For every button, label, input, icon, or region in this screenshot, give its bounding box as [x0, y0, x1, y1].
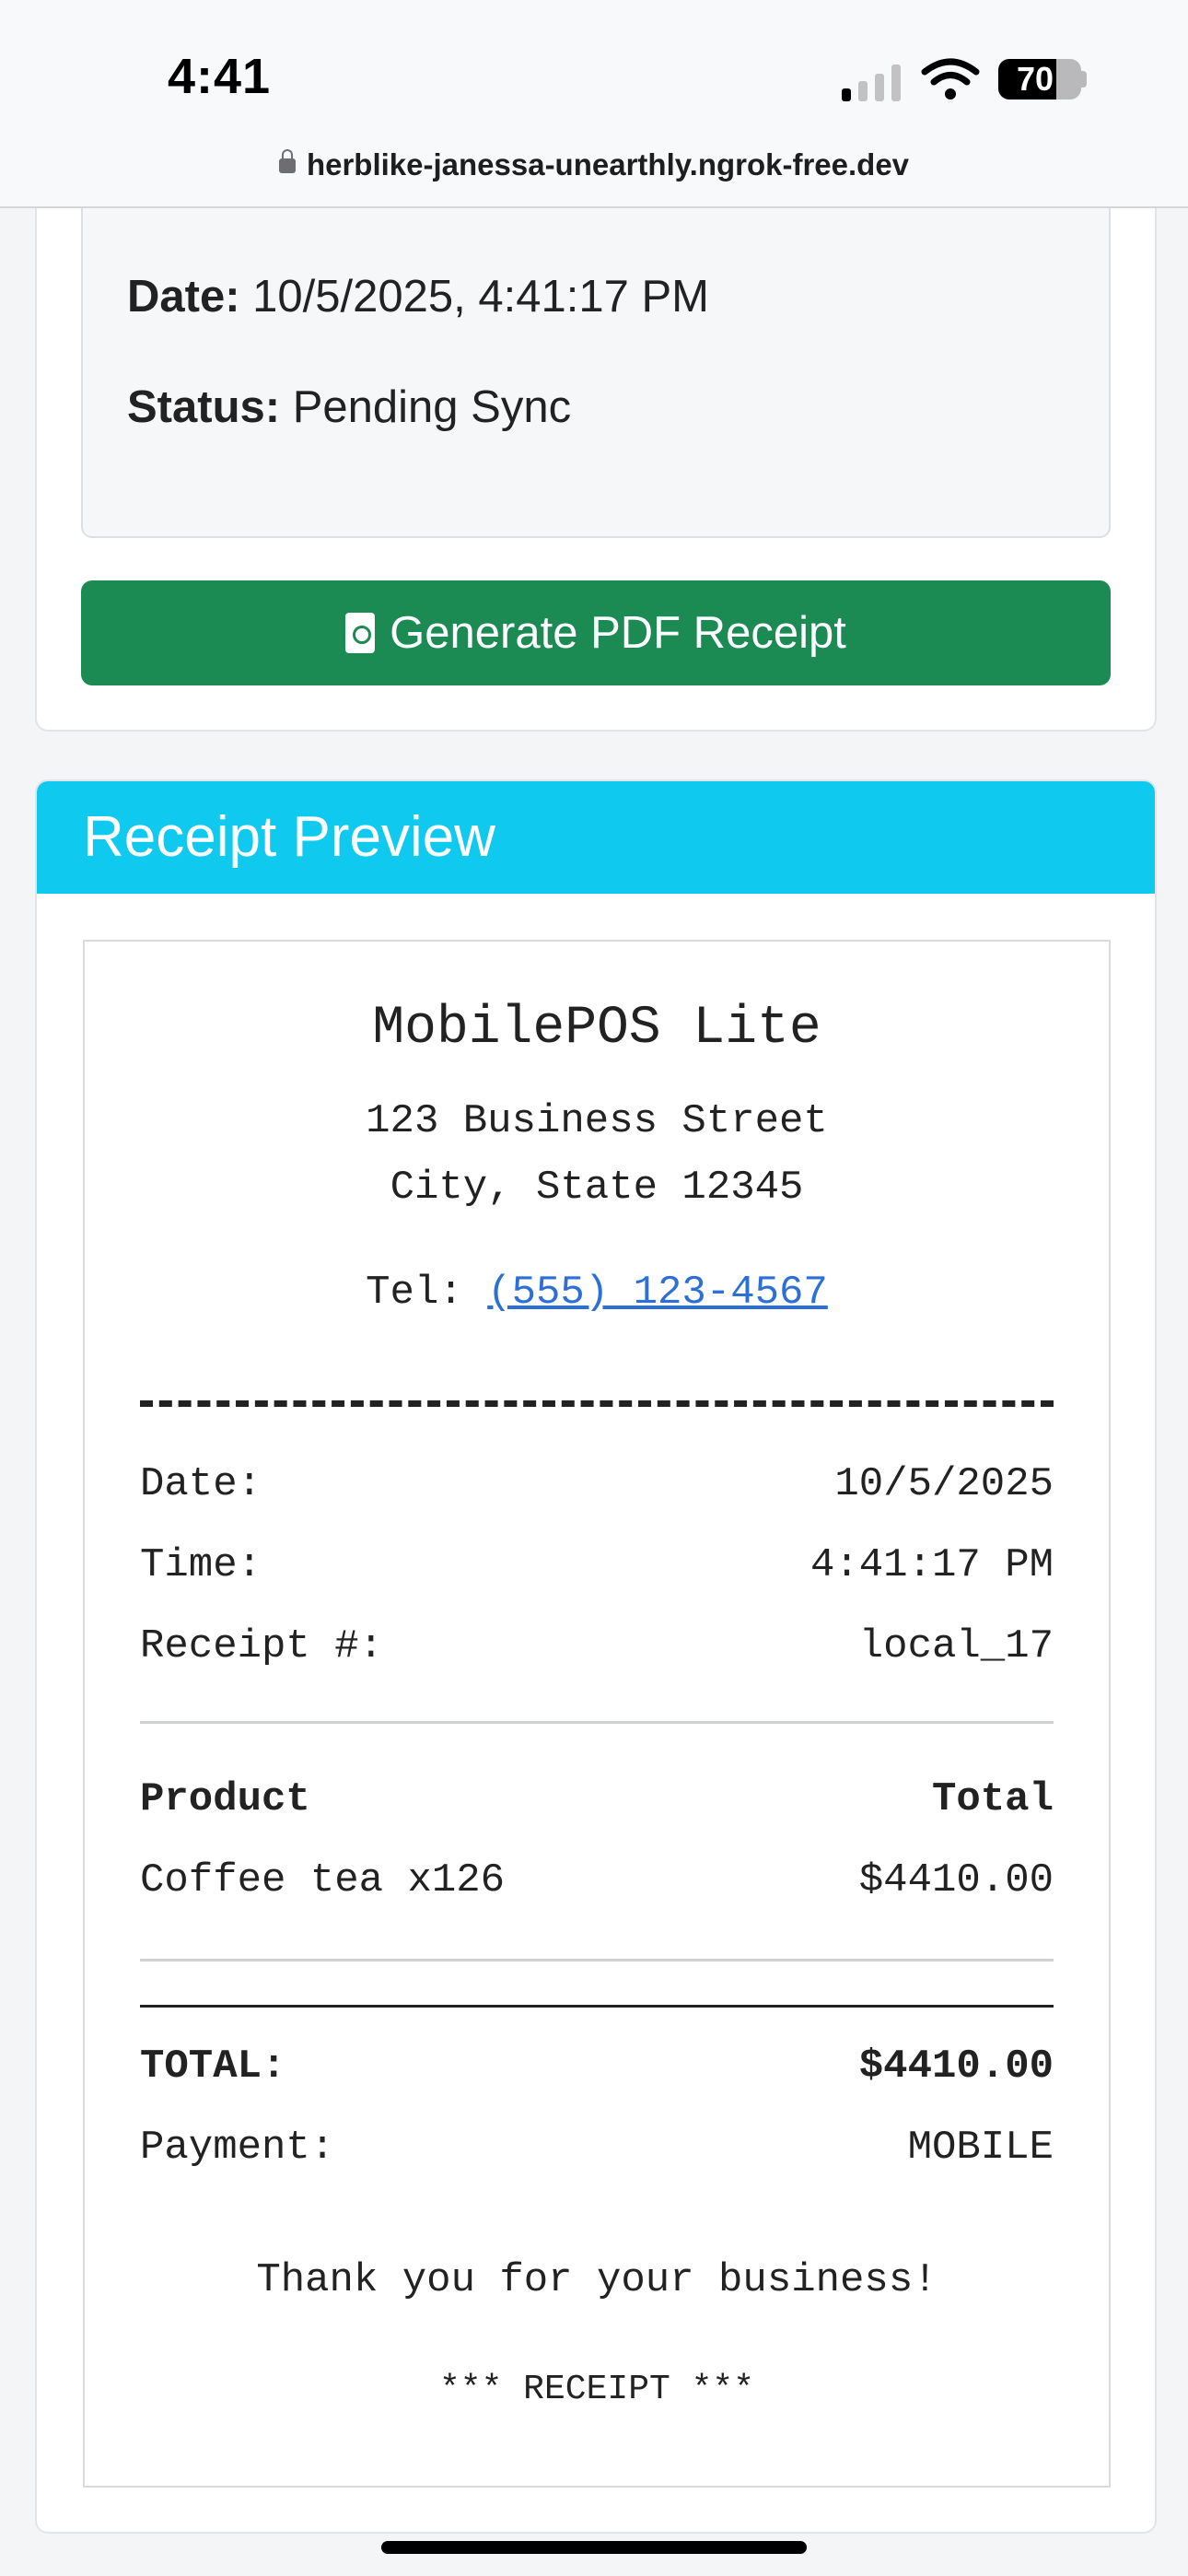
address-line-1: 123 Business Street [366, 1098, 828, 1144]
receipt-preview-header: Receipt Preview [37, 781, 1155, 894]
product-column-header: Product [140, 1776, 310, 1822]
payment-row: Payment: MOBILE [140, 2125, 1054, 2171]
address-bar[interactable]: herblike-janessa-unearthly.ngrok-free.de… [0, 147, 1188, 182]
grand-total-value: $4410.00 [858, 2043, 1054, 2090]
home-indicator[interactable] [381, 2541, 807, 2554]
status-line: Status: Pending Sync [127, 381, 571, 433]
receipt-preview-card: Receipt Preview MobilePOS Lite 123 Busin… [35, 779, 1157, 2534]
status-label: Status: [127, 382, 281, 432]
grand-total-row: TOTAL: $4410.00 [140, 2043, 1054, 2090]
wifi-icon [921, 58, 980, 100]
payment-value: MOBILE [907, 2125, 1054, 2171]
date-value: 10/5/2025, 4:41:17 PM [252, 272, 709, 322]
receipt-time-row: Time: 4:41:17 PM [140, 1542, 1054, 1588]
receipt-paper: MobilePOS Lite 123 Business Street City,… [83, 940, 1111, 2488]
receipt-date-label: Date: [140, 1461, 262, 1507]
receipt-number-label: Receipt #: [140, 1623, 384, 1669]
tel-label: Tel: [366, 1270, 463, 1316]
generate-pdf-label: Generate PDF Receipt [390, 608, 846, 658]
receipt-time-value: 4:41:17 PM [809, 1542, 1054, 1588]
payment-label: Payment: [140, 2125, 335, 2171]
receipt-date-row: Date: 10/5/2025 [140, 1461, 1054, 1507]
battery-percent: 70 [1016, 60, 1054, 98]
divider [140, 1959, 1054, 1961]
grand-total-label: TOTAL: [140, 2043, 286, 2090]
line-item-row: Coffee tea x126 $4410.00 [140, 1857, 1054, 1903]
address-line-2: City, State 12345 [390, 1165, 804, 1211]
total-column-header: Total [931, 1776, 1054, 1822]
line-item-total: $4410.00 [858, 1857, 1054, 1903]
telephone-line: Tel: (555) 123-4567 [85, 1270, 1109, 1316]
receipt-footer: *** RECEIPT *** [438, 2370, 755, 2409]
clock: 4:41 [168, 49, 272, 104]
browser-top-bar: 4:41 70 herblike-janessa-unearthly.ngrok… [0, 0, 1188, 208]
receipt-time-label: Time: [140, 1542, 262, 1588]
url-text: herblike-janessa-unearthly.ngrok-free.de… [306, 147, 910, 181]
thank-you-message: Thank you for your business! [256, 2257, 938, 2303]
battery-tip [1081, 71, 1087, 88]
transaction-card: Date: 10/5/2025, 4:41:17 PM Status: Pend… [35, 138, 1157, 732]
lock-icon [278, 149, 296, 173]
cellular-signal-icon [842, 64, 901, 101]
total-divider [140, 2005, 1054, 2008]
line-item-name: Coffee tea x126 [140, 1857, 506, 1903]
date-line: Date: 10/5/2025, 4:41:17 PM [127, 271, 709, 322]
battery-icon: 70 [998, 59, 1081, 100]
dashed-divider [140, 1400, 1054, 1407]
status-value: Pending Sync [292, 382, 572, 432]
receipt-number-value: local_17 [858, 1623, 1054, 1669]
date-label: Date: [127, 272, 240, 322]
generate-pdf-receipt-button[interactable]: Generate PDF Receipt [81, 580, 1111, 685]
receipt-number-row: Receipt #: local_17 [140, 1623, 1054, 1669]
telephone-link[interactable]: (555) 123-4567 [487, 1270, 828, 1316]
store-name: MobilePOS Lite [372, 999, 821, 1059]
pdf-file-icon [345, 613, 376, 653]
divider [140, 1721, 1054, 1724]
items-header-row: Product Total [140, 1776, 1054, 1822]
receipt-date-value: 10/5/2025 [834, 1461, 1054, 1507]
